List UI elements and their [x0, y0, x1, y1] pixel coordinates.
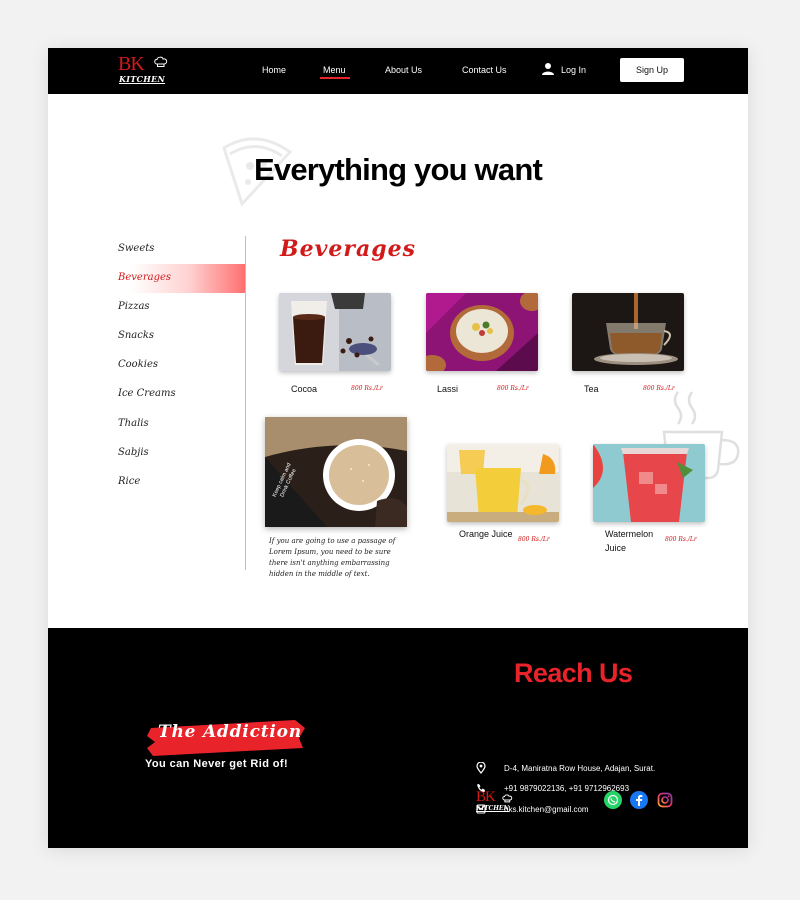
lassi-image[interactable]	[426, 293, 538, 371]
login-button[interactable]: Log In	[541, 62, 586, 78]
category-sabjis[interactable]: Sabjis	[118, 447, 149, 458]
featured-description: If you are going to use a passage of Lor…	[269, 537, 396, 578]
item-name-tea: Tea	[584, 384, 599, 394]
sidebar-divider	[245, 236, 246, 570]
featured-coffee-image[interactable]: Keep calm and Drink Coffee	[265, 417, 407, 527]
category-snacks[interactable]: Snacks	[118, 330, 154, 341]
item-price-orange-juice: 800 Rs./Lr	[518, 536, 550, 543]
footer-tagline: You can Never get Rid of!	[145, 758, 289, 770]
item-price-watermelon-juice: 800 Rs./Lr	[665, 536, 697, 543]
watermelon-juice-image[interactable]	[593, 444, 705, 522]
reach-us-title: Reach Us	[514, 658, 633, 688]
logo-text: BK	[118, 53, 145, 75]
nav-active-underline	[320, 77, 350, 79]
login-label: Log In	[561, 65, 587, 75]
section-title: Beverages	[280, 236, 416, 262]
item-price-tea: 800 Rs./Lr	[643, 385, 675, 392]
whatsapp-icon[interactable]	[604, 791, 622, 809]
nav-home[interactable]: Home	[262, 65, 286, 75]
item-name-orange-juice: Orange Juice	[459, 529, 513, 539]
category-thalis[interactable]: Thalis	[118, 418, 149, 429]
nav-about[interactable]: About Us	[385, 65, 422, 75]
item-price-lassi: 800 Rs./Lr	[497, 385, 529, 392]
category-sweets[interactable]: Sweets	[118, 243, 154, 254]
category-rice[interactable]: Rice	[118, 476, 140, 487]
nav-contact[interactable]: Contact Us	[462, 65, 507, 75]
item-name-watermelon-juice: Watermelon Juice	[605, 529, 654, 553]
category-beverages[interactable]: Beverages	[118, 272, 171, 283]
category-pizzas[interactable]: Pizzas	[118, 301, 150, 312]
tea-image[interactable]	[572, 293, 684, 371]
item-price-cocoa: 800 Rs./Lr	[351, 385, 383, 392]
footer: The Addiction You can Never get Rid of! …	[48, 628, 748, 848]
item-name-cocoa: Cocoa	[291, 384, 318, 394]
page-frame: BK KITCHEN Home Menu About Us Contact Us…	[48, 48, 748, 848]
facebook-icon[interactable]	[630, 791, 648, 809]
chef-hat-icon	[154, 55, 168, 73]
page-title: Everything you want	[254, 152, 543, 187]
addiction-title: The Addiction	[158, 722, 302, 742]
footer-logo-text: BK	[476, 789, 496, 805]
nav-menu[interactable]: Menu	[323, 65, 346, 75]
location-pin-icon	[476, 762, 504, 774]
address-text: D-4, Maniratna Row House, Adajan, Surat.	[504, 763, 656, 773]
brand-logo[interactable]: BK KITCHEN	[118, 53, 178, 89]
instagram-icon[interactable]	[656, 791, 674, 809]
signup-button[interactable]: Sign Up	[620, 58, 684, 82]
orange-juice-image[interactable]	[447, 444, 559, 522]
category-cookies[interactable]: Cookies	[118, 359, 158, 370]
footer-logo-subtext: KITCHEN	[476, 805, 509, 812]
footer-logo[interactable]: BK KITCHEN	[476, 789, 526, 817]
user-icon	[541, 62, 555, 78]
header: BK KITCHEN Home Menu About Us Contact Us…	[48, 48, 748, 94]
category-ice-creams[interactable]: Ice Creams	[118, 388, 176, 399]
logo-subtext: KITCHEN	[119, 74, 166, 84]
item-name-lassi: Lassi	[437, 384, 459, 394]
address-row: D-4, Maniratna Row House, Adajan, Surat.	[476, 762, 655, 774]
cocoa-image[interactable]	[279, 293, 391, 371]
